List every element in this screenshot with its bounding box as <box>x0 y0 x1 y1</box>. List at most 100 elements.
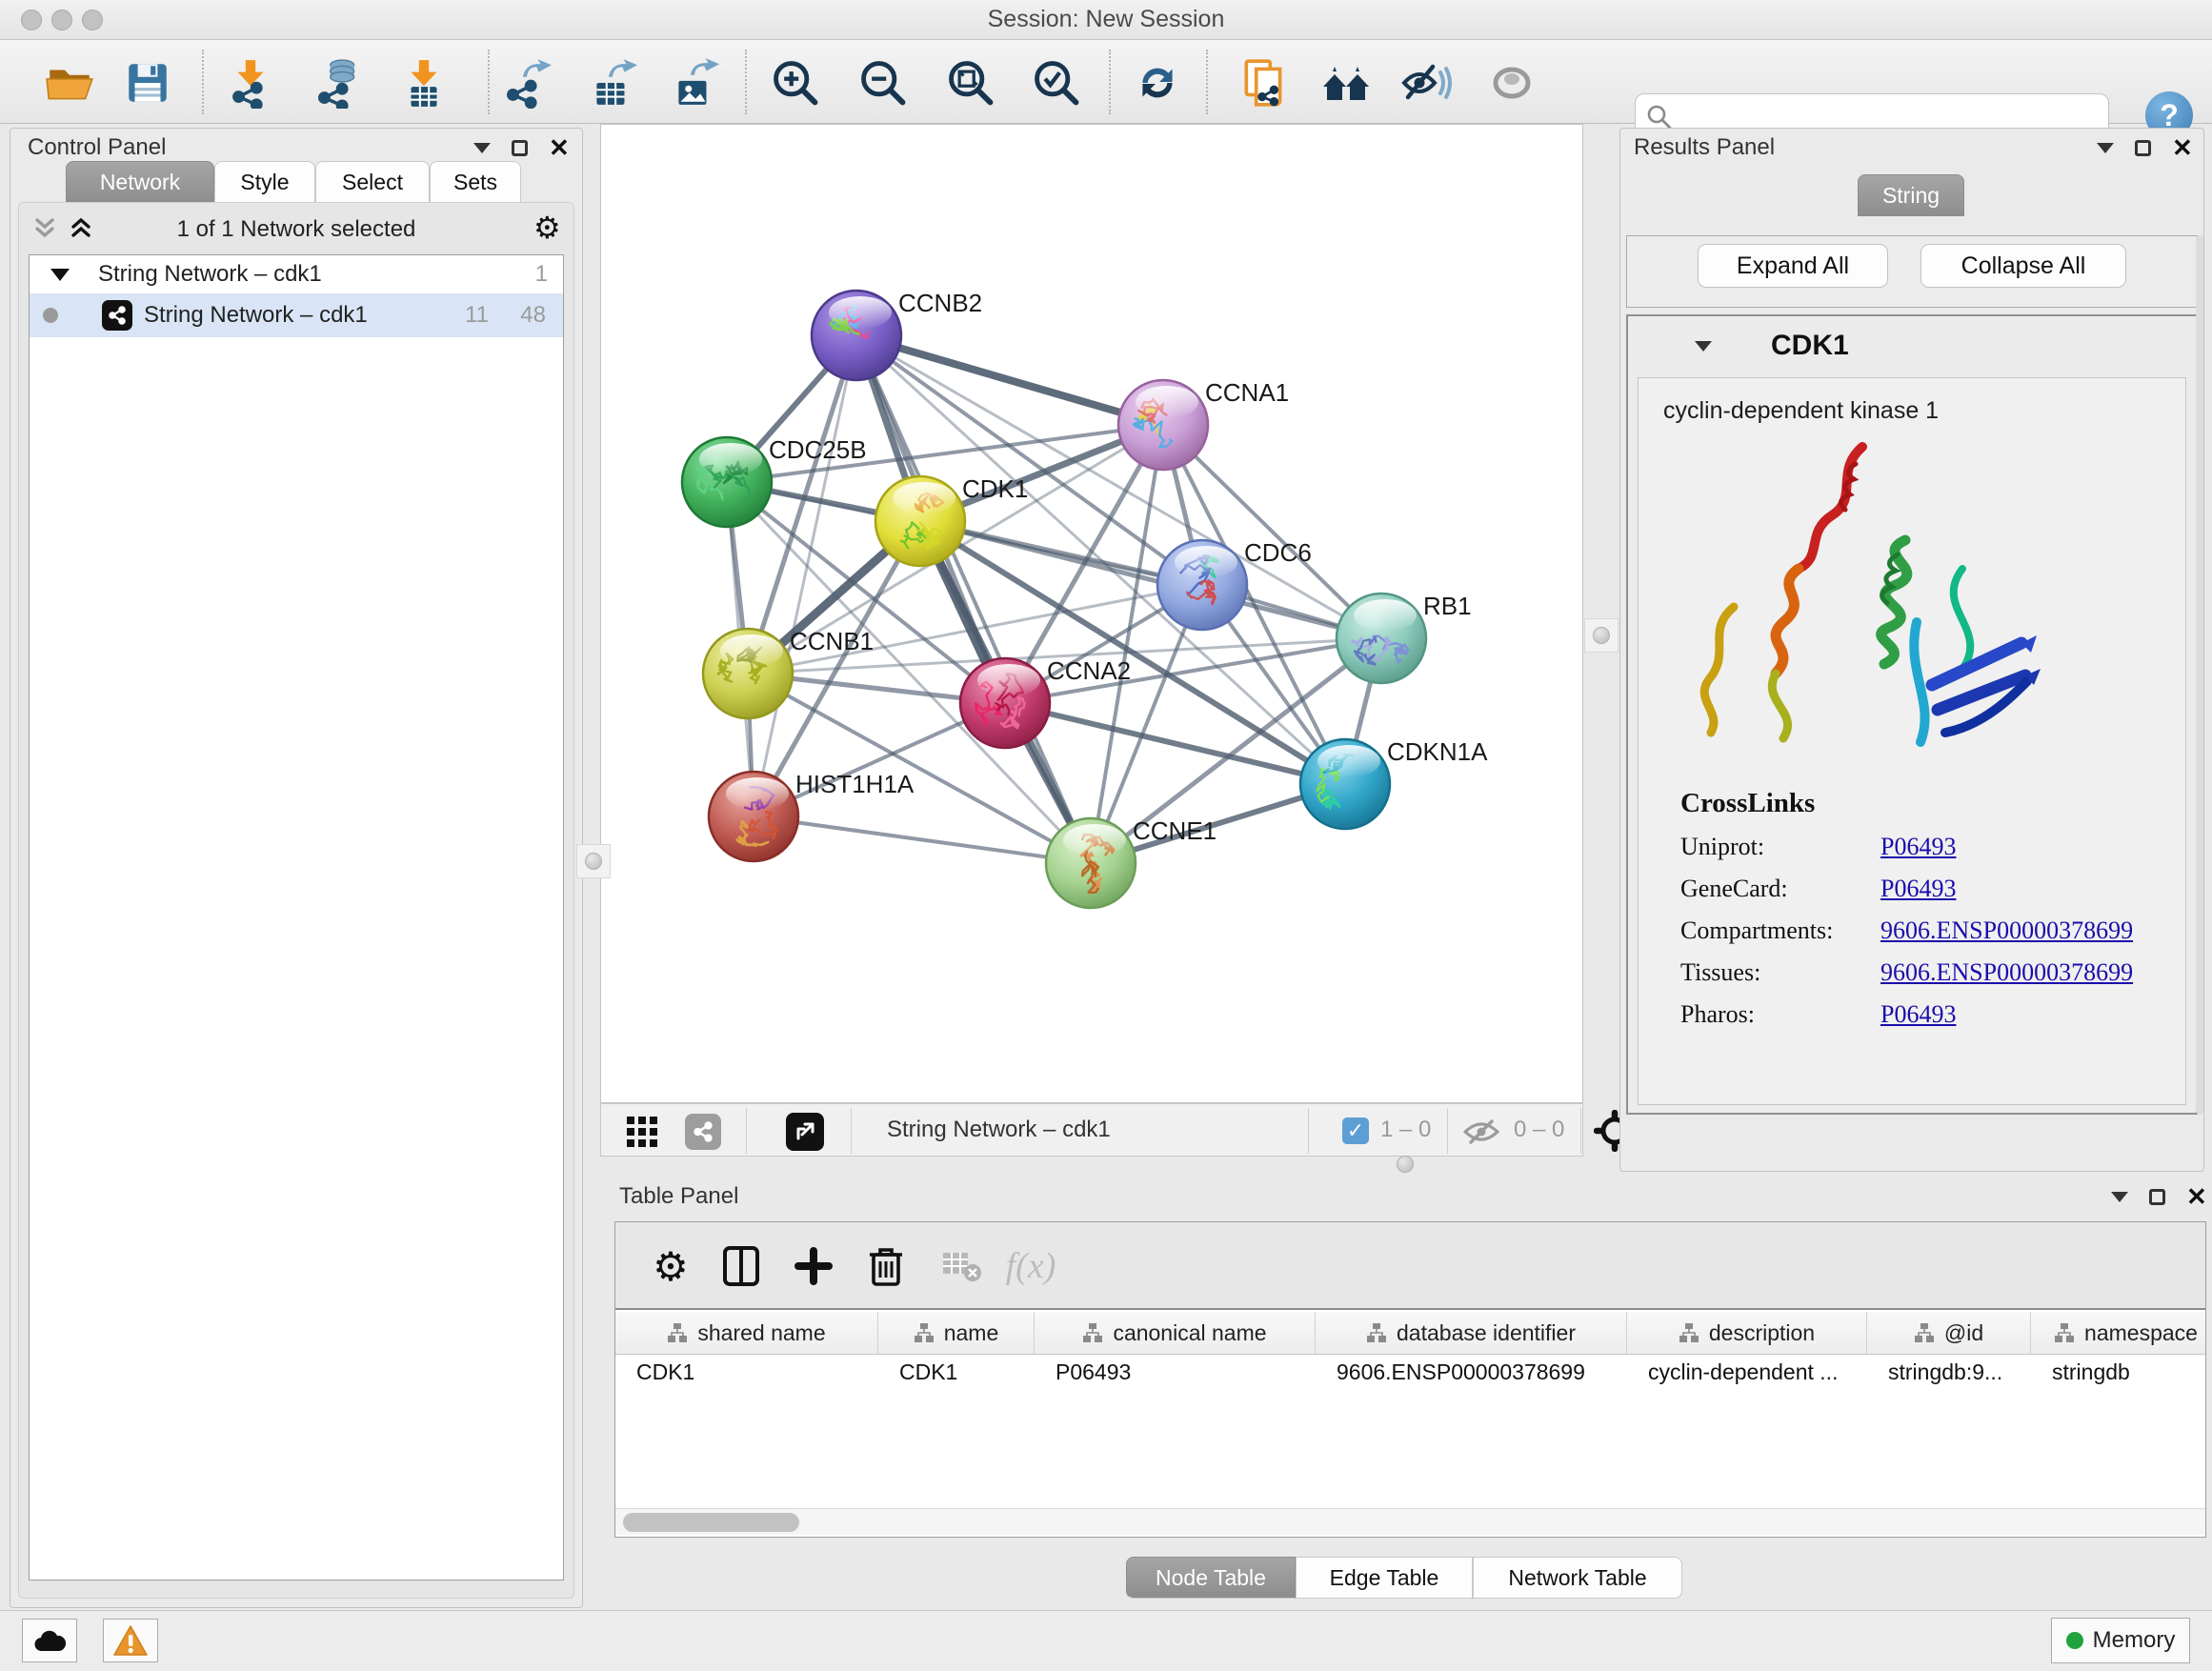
export-network-button[interactable] <box>497 53 556 112</box>
table-cell[interactable]: cyclin-dependent ... <box>1627 1355 1867 1390</box>
column-header-namespace[interactable]: namespace <box>2031 1312 2205 1354</box>
open-in-window-icon[interactable] <box>786 1113 824 1151</box>
statusbar-divider <box>1447 1108 1448 1154</box>
save-floppy-icon <box>122 57 173 109</box>
node-table[interactable]: shared name name canonical name database… <box>615 1312 2205 1514</box>
collection-expander-icon[interactable] <box>50 269 70 281</box>
network-edge-HIST1H1A-CCNE1[interactable] <box>754 816 1091 863</box>
tab-network-table[interactable]: Network Table <box>1473 1557 1682 1599</box>
panel-menu-icon[interactable] <box>2097 143 2114 153</box>
scrollbar-thumb[interactable] <box>623 1513 799 1532</box>
network-node-HIST1H1A[interactable]: HIST1H1A <box>709 770 915 861</box>
import-network-file-button[interactable] <box>221 53 280 112</box>
network-node-CCNA2[interactable]: CCNA2 <box>960 656 1131 748</box>
column-header-database-identifier[interactable]: database identifier <box>1316 1312 1627 1354</box>
crosslink-link[interactable]: 9606.ENSP00000378699 <box>1880 916 2133 945</box>
export-image-button[interactable] <box>665 53 724 112</box>
left-splitter-handle[interactable] <box>576 844 611 878</box>
float-panel-icon[interactable] <box>2135 140 2151 156</box>
node-gloss-highlight <box>1136 386 1198 418</box>
table-cell[interactable]: stringdb:9... <box>1867 1355 2031 1390</box>
string-view-icon[interactable] <box>685 1114 721 1150</box>
table-cell[interactable]: CDK1 <box>615 1355 878 1390</box>
network-graph[interactable]: CCNB2CCNA1CDC25BCDK1CDC6RB1CCNB1CCNA2CDK… <box>601 125 1582 1102</box>
delete-column-trash-icon[interactable] <box>859 1239 913 1293</box>
network-edge-CCNB2-CCNA1[interactable] <box>856 335 1163 425</box>
add-column-icon[interactable] <box>787 1239 840 1293</box>
expand-all-button[interactable]: Expand All <box>1698 244 1888 288</box>
home-button[interactable] <box>1317 53 1376 112</box>
table-row[interactable]: CDK1CDK1P064939606.ENSP00000378699cyclin… <box>615 1355 2205 1390</box>
network-options-gear-icon[interactable]: ⚙ <box>533 212 561 243</box>
grid-view-icon[interactable] <box>626 1116 658 1148</box>
import-network-database-button[interactable] <box>309 53 368 112</box>
network-node-CDKN1A[interactable]: CDKN1A <box>1300 737 1488 829</box>
column-header-canonical-name[interactable]: canonical name <box>1035 1312 1316 1354</box>
panel-menu-icon[interactable] <box>2111 1192 2128 1202</box>
crosslink-link[interactable]: P06493 <box>1880 875 1956 903</box>
network-node-RB1[interactable]: RB1 <box>1337 592 1472 683</box>
delete-table-icon-disabled <box>935 1239 989 1293</box>
save-session-button[interactable] <box>118 53 177 112</box>
network-row-selected[interactable]: String Network – cdk1 11 48 <box>30 293 563 337</box>
close-panel-icon[interactable]: ✕ <box>2172 140 2193 156</box>
table-cell[interactable]: 9606.ENSP00000378699 <box>1316 1355 1627 1390</box>
duplicate-page-button[interactable] <box>1235 53 1294 112</box>
results-scrollbar[interactable] <box>2196 235 2203 1115</box>
import-network-icon <box>225 57 276 109</box>
import-table-file-button[interactable] <box>394 53 453 112</box>
titlebar: Session: New Session <box>0 0 2212 40</box>
table-cell[interactable]: stringdb <box>2031 1355 2205 1390</box>
collapse-section-icon[interactable] <box>1695 341 1712 352</box>
float-panel-icon[interactable] <box>512 140 528 156</box>
memory-label: Memory <box>2093 1627 2176 1654</box>
tab-sets[interactable]: Sets <box>430 161 521 203</box>
show-graphics-details-button[interactable] <box>1482 53 1541 112</box>
open-session-button[interactable] <box>40 53 99 112</box>
network-edge-CCNB2-HIST1H1A[interactable] <box>754 335 856 816</box>
close-panel-icon[interactable]: ✕ <box>2186 1189 2207 1205</box>
zoom-in-button[interactable] <box>766 53 825 112</box>
zoom-out-button[interactable] <box>854 53 913 112</box>
crosslink-link[interactable]: 9606.ENSP00000378699 <box>1880 958 2133 987</box>
network-node-CDC25B[interactable]: CDC25B <box>682 435 867 527</box>
column-header-shared-name[interactable]: shared name <box>615 1312 878 1354</box>
table-settings-gear-icon[interactable]: ⚙ <box>644 1239 697 1293</box>
selected-checkbox-icon[interactable]: ✓ <box>1342 1117 1369 1144</box>
column-header-name[interactable]: name <box>878 1312 1035 1354</box>
refresh-button[interactable] <box>1128 53 1187 112</box>
right-splitter-handle[interactable] <box>1584 618 1619 653</box>
hide-unselected-button[interactable] <box>1397 53 1456 112</box>
zoom-fit-button[interactable] <box>941 53 1000 112</box>
table-cell[interactable]: P06493 <box>1035 1355 1316 1390</box>
tab-string[interactable]: String <box>1858 174 1964 216</box>
network-collection-row[interactable]: String Network – cdk1 1 <box>30 255 563 293</box>
cloud-status-button[interactable] <box>22 1619 77 1662</box>
panel-menu-icon[interactable] <box>473 143 491 153</box>
warnings-button[interactable] <box>103 1619 158 1662</box>
tab-node-table[interactable]: Node Table <box>1126 1557 1296 1599</box>
zoom-selected-button[interactable] <box>1027 53 1086 112</box>
column-header-description[interactable]: description <box>1627 1312 1867 1354</box>
network-edge-CDK1-RB1[interactable] <box>920 521 1381 638</box>
collapse-all-button[interactable]: Collapse All <box>1920 244 2126 288</box>
export-table-button[interactable] <box>583 53 642 112</box>
network-canvas[interactable]: CCNB2CCNA1CDC25BCDK1CDC6RB1CCNB1CCNA2CDK… <box>600 124 1583 1103</box>
tab-network[interactable]: Network <box>66 161 214 203</box>
show-columns-icon[interactable] <box>714 1239 768 1293</box>
float-panel-icon[interactable] <box>2149 1189 2165 1205</box>
column-header--id[interactable]: @id <box>1867 1312 2031 1354</box>
bottom-splitter-handle[interactable] <box>1388 1147 1422 1181</box>
tab-style[interactable]: Style <box>214 161 315 203</box>
network-node-CCNA1[interactable]: CCNA1 <box>1118 378 1289 470</box>
table-horizontal-scrollbar[interactable] <box>615 1508 2205 1535</box>
gene-card-header[interactable]: CDK1 <box>1628 316 2196 377</box>
table-cell[interactable]: CDK1 <box>878 1355 1035 1390</box>
crosslink-link[interactable]: P06493 <box>1880 1000 1956 1029</box>
close-panel-icon[interactable]: ✕ <box>549 140 570 156</box>
crosslink-label: Pharos: <box>1680 1000 1880 1029</box>
tab-select[interactable]: Select <box>315 161 430 203</box>
tab-edge-table[interactable]: Edge Table <box>1296 1557 1473 1599</box>
memory-button[interactable]: Memory <box>2051 1618 2190 1663</box>
crosslink-link[interactable]: P06493 <box>1880 833 1956 861</box>
